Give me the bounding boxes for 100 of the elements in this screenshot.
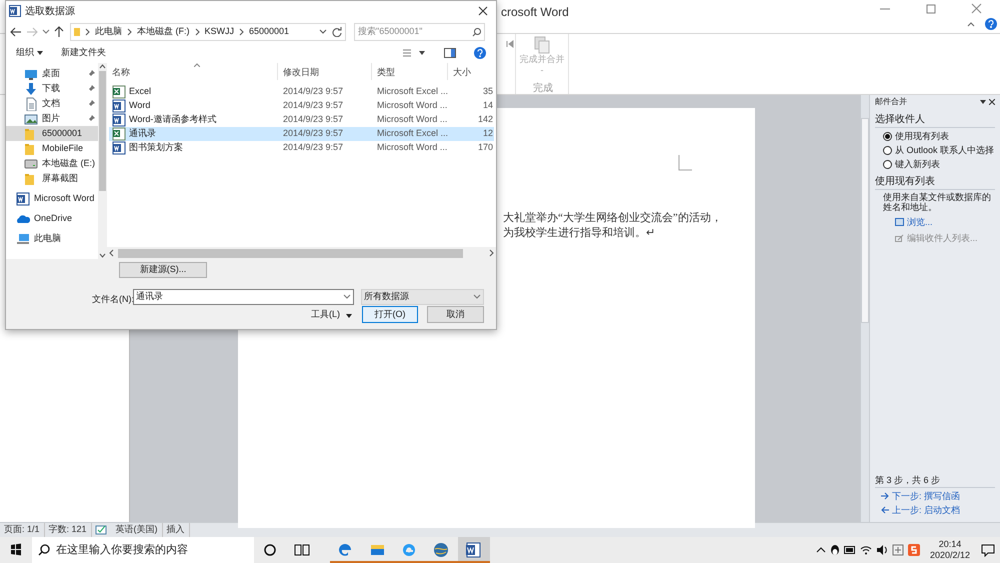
chevron-left-icon (109, 249, 115, 257)
radio-button[interactable] (883, 132, 892, 140)
refresh-icon[interactable] (332, 27, 342, 37)
file-row[interactable]: Excel 2014/9/23 9:57 Microsoft Excel ... 35 (109, 85, 494, 99)
volume-icon[interactable] (876, 545, 888, 555)
notification-icon[interactable] (980, 543, 996, 557)
penguin-icon[interactable] (830, 544, 840, 556)
nav-item[interactable]: 此电脑 (6, 231, 98, 246)
search-field[interactable]: 搜索"65000001" (354, 23, 485, 41)
nav-item[interactable]: OneDrive (6, 211, 98, 226)
file-type-dropdown[interactable]: 所有数据源 (361, 289, 484, 305)
file-name: 通讯录 (129, 127, 156, 140)
nav-item[interactable]: 桌面 (6, 66, 98, 81)
up-arrow-icon[interactable] (54, 26, 64, 38)
back-arrow-icon[interactable] (10, 27, 22, 37)
new-folder-button[interactable]: 新建文件夹 (61, 46, 106, 60)
file-name: Excel (129, 85, 152, 98)
search-field[interactable]: 在这里输入你要搜索的内容 (32, 537, 254, 563)
document-icon (24, 96, 38, 110)
help-icon[interactable] (474, 47, 486, 59)
step-link[interactable]: 上一步: 启动文档 (881, 504, 995, 516)
horizontal-scrollbar[interactable] (107, 247, 496, 259)
cancel-button[interactable]: 取消 (427, 306, 484, 323)
right-arrow-icon (881, 492, 889, 500)
scroll-thumb[interactable] (99, 71, 106, 191)
radio-button[interactable] (883, 146, 892, 154)
collapse-ribbon-icon[interactable] (967, 20, 975, 28)
nav-scrollbar[interactable] (98, 63, 107, 259)
view-options-icon[interactable] (402, 48, 426, 58)
file-row[interactable]: 图书策划方案 2014/9/23 9:57 Microsoft Word ... 170 (109, 141, 494, 155)
scroll-thumb[interactable] (861, 118, 869, 323)
nav-item[interactable]: 下载 (6, 81, 98, 96)
dropdown-caret-icon[interactable] (42, 28, 50, 36)
table-cell-text: Microsoft Excel ... (376, 85, 450, 98)
pin-icon (88, 100, 95, 107)
nav-item[interactable]: 65000001 (6, 126, 98, 141)
column-header[interactable]: 大小 (448, 63, 496, 80)
dropdown-caret-icon (343, 294, 351, 300)
radio-option[interactable]: 使用现有列表 (883, 130, 995, 142)
documents-icon (532, 36, 552, 54)
clock[interactable]: 20:14 2020/2/12 (930, 539, 970, 561)
file-row[interactable]: Word 2014/9/23 9:57 Microsoft Word ... 14 (109, 99, 494, 113)
pane-link[interactable]: 浏览... (895, 216, 995, 228)
chevron-right-icon (239, 28, 244, 36)
table-cell-text: 2014/9/23 9:57 (282, 141, 344, 154)
column-header[interactable]: 修改日期 (278, 63, 372, 80)
breadcrumb-item[interactable]: 本地磁盘 (F:) (137, 25, 190, 39)
breadcrumb-item[interactable]: 65000001 (249, 25, 290, 39)
table-cell-text: 2014/9/23 9:57 (282, 127, 344, 140)
step-link[interactable]: 下一步: 撰写信函 (881, 490, 995, 502)
radio-button[interactable] (883, 160, 892, 168)
folder-icon (74, 27, 80, 37)
battery-icon[interactable] (844, 546, 856, 554)
group-label: 完成 (533, 82, 553, 96)
open-button[interactable]: 打开(O) (362, 306, 418, 323)
column-header[interactable]: 类型 (372, 63, 448, 80)
nav-item[interactable]: 本地磁盘 (E:) (6, 156, 98, 171)
close-icon[interactable] (989, 99, 995, 105)
breadcrumb-item[interactable]: KSWJJ (204, 25, 234, 39)
file-row[interactable]: Word-邀请函参考样式 2014/9/23 9:57 Microsoft Word ... 142 (109, 113, 494, 127)
wifi-icon[interactable] (860, 545, 872, 555)
scroll-thumb[interactable] (118, 248, 463, 258)
nav-item[interactable]: 图片 (6, 111, 98, 126)
nav-item[interactable]: 屏幕截图 (6, 171, 98, 186)
proofing-icon[interactable] (94, 524, 109, 536)
section-heading: 选择收件人 (875, 114, 995, 128)
taskbar-app[interactable] (458, 537, 490, 563)
address-bar[interactable]: 此电脑 本地磁盘 (F:) KSWJJ 65000001 (70, 23, 346, 41)
nav-item[interactable]: MobileFile (6, 141, 98, 156)
description-text: 使用来自某文件或数据库的姓名和地址。 (883, 192, 992, 212)
table-cell-text: Microsoft Word ... (376, 113, 448, 126)
pin-icon (88, 115, 95, 122)
column-header[interactable]: 名称 (107, 63, 278, 80)
new-source-button[interactable]: 新建源(S)... (119, 262, 207, 278)
margin-corner-icon (678, 155, 692, 171)
dropdown-caret-icon[interactable] (319, 28, 327, 36)
ribbon-expand-icon[interactable] (506, 40, 514, 48)
breadcrumb-item[interactable]: 此电脑 (95, 25, 122, 39)
file-name: 图书策划方案 (129, 141, 183, 154)
radio-option[interactable]: 从 Outlook 联系人中选择 (883, 144, 995, 156)
radio-option[interactable]: 键入新列表 (883, 158, 995, 170)
tools-menu[interactable]: 工具(L) (311, 307, 352, 323)
dropdown-icon[interactable] (980, 99, 986, 105)
table-cell-text: 2014/9/23 9:57 (282, 85, 344, 98)
preview-pane-icon[interactable] (444, 48, 456, 58)
nav-item[interactable]: 文档 (6, 96, 98, 111)
file-name-field[interactable]: 通讯录 (133, 289, 354, 305)
pencil-icon (895, 234, 904, 242)
window-title: crosoft Word (501, 4, 569, 21)
sogou-icon[interactable] (908, 544, 920, 556)
organize-menu[interactable]: 组织 (16, 46, 43, 60)
chevron-up-icon[interactable] (816, 545, 826, 555)
vertical-scrollbar[interactable] (860, 95, 870, 522)
input-method-icon[interactable] (892, 544, 904, 556)
file-row[interactable]: 通讯录 2014/9/23 9:57 Microsoft Excel ... 12 (109, 127, 494, 141)
table-cell-text: 2014/9/23 9:57 (282, 113, 344, 126)
table-cell-text: 35 (482, 85, 494, 98)
search-icon (472, 28, 481, 36)
help-icon[interactable] (985, 18, 997, 30)
nav-item[interactable]: Microsoft Word (6, 191, 98, 206)
